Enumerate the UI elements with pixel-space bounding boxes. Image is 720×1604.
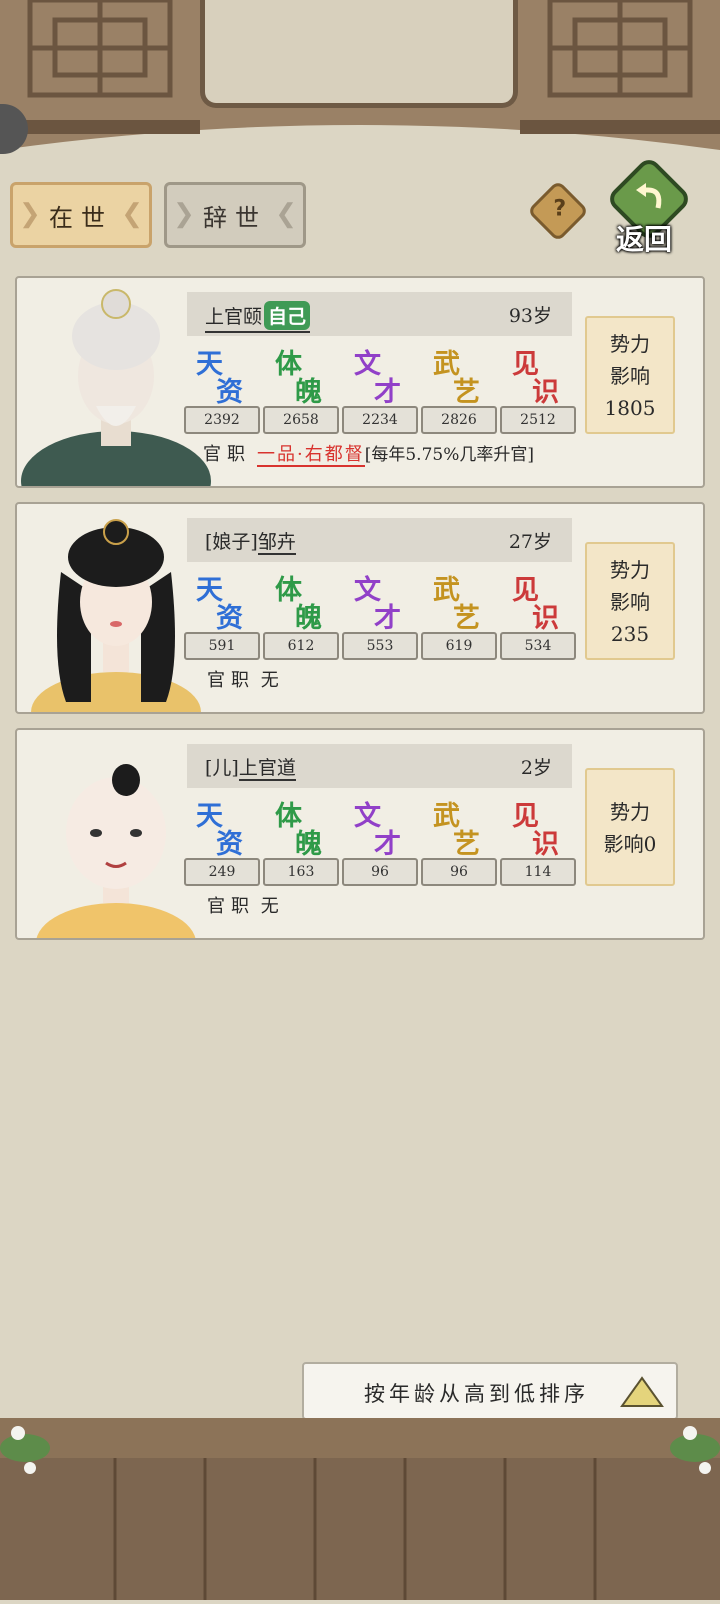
member-card[interactable]: [儿]上官道 2岁 天资 249 体魄 163 文才 96 武艺 96 见识 1… [15, 728, 705, 940]
question-icon: ? [553, 196, 567, 222]
member-name: [儿]上官道 [205, 757, 296, 781]
stat-value: 96 [342, 858, 418, 886]
stat-wuyi: 武艺 619 [421, 568, 497, 660]
tab-deceased-label: 辞世 [203, 203, 267, 232]
stat-value: 2392 [184, 406, 260, 434]
relation-prefix: [娘子] [205, 531, 258, 553]
stat-tipo: 体魄 2658 [263, 342, 339, 434]
chevron-left-icon: ❯ [19, 199, 41, 229]
influence-box: 势力 影响 1805 [585, 316, 675, 434]
stat-value: 2658 [263, 406, 339, 434]
chevron-right-icon: ❮ [275, 199, 297, 229]
stat-tianzi: 天资 2392 [184, 342, 260, 434]
stats-row: 天资 249 体魄 163 文才 96 武艺 96 见识 114 [184, 794, 579, 886]
stat-wuyi: 武艺 2826 [421, 342, 497, 434]
promotion-note: [每年5.75%几率升官] [364, 445, 535, 465]
office-label: 官职 [203, 444, 251, 465]
office-line: 官职 无 [207, 666, 279, 692]
stat-tipo: 体魄 612 [263, 568, 339, 660]
footer-wood [0, 1418, 720, 1600]
stat-wencai: 文才 96 [342, 794, 418, 886]
name-bar: [儿]上官道 2岁 [187, 744, 572, 788]
wood-panel [0, 1418, 720, 1600]
office-line: 官职 无 [207, 892, 279, 918]
stat-tipo: 体魄 163 [263, 794, 339, 886]
stat-value: 249 [184, 858, 260, 886]
member-age: 27岁 [508, 531, 552, 553]
stat-wencai: 文才 2234 [342, 342, 418, 434]
member-card[interactable]: [娘子]邹卉 27岁 天资 591 体魄 612 文才 553 武艺 619 见… [15, 502, 705, 714]
stat-value: 2512 [500, 406, 576, 434]
member-name: 上官颐 自己 [205, 301, 311, 333]
stat-value: 163 [263, 858, 339, 886]
name-bar: 上官颐 自己 93岁 [187, 292, 572, 336]
name-bar: [娘子]邹卉 27岁 [187, 518, 572, 562]
stat-jianshi: 见识 2512 [500, 342, 576, 434]
office-value: 无 [260, 670, 279, 691]
member-name: [娘子]邹卉 [205, 531, 296, 555]
office-title: 一品·右都督 [257, 444, 365, 467]
flower-decoration [670, 1426, 720, 1474]
office-line: 官职 一品·右都督[每年5.75%几率升官] [203, 440, 535, 467]
header-lattice [0, 0, 720, 175]
help-button[interactable]: ? [526, 179, 590, 243]
stat-value: 612 [263, 632, 339, 660]
portrait-elder [21, 289, 211, 486]
tab-alive-label: 在世 [49, 203, 113, 232]
self-badge: 自己 [264, 301, 311, 330]
stat-value: 114 [500, 858, 576, 886]
relation-prefix: [儿] [205, 757, 239, 779]
flower-decoration [0, 1426, 50, 1474]
influence-box: 势力 影响 235 [585, 542, 675, 660]
portrait-wife [31, 519, 201, 712]
chevron-right-icon: ❮ [121, 199, 143, 229]
chevron-left-icon: ❯ [173, 199, 195, 229]
stat-value: 96 [421, 858, 497, 886]
stat-value: 553 [342, 632, 418, 660]
influence-box: 势力 影响0 [585, 768, 675, 886]
stat-jianshi: 见识 534 [500, 568, 576, 660]
sort-age-button[interactable]: 按年龄从高到低排序 [302, 1362, 678, 1420]
office-label: 官职 [207, 896, 255, 917]
stats-row: 天资 2392 体魄 2658 文才 2234 武艺 2826 见识 2512 [184, 342, 579, 434]
stat-jianshi: 见识 114 [500, 794, 576, 886]
stat-value: 2826 [421, 406, 497, 434]
stat-tianzi: 天资 591 [184, 568, 260, 660]
member-age: 2岁 [520, 757, 552, 779]
return-arrow-glyph [636, 183, 662, 209]
back-button[interactable]: 返回 [604, 155, 704, 258]
tab-deceased[interactable]: ❯ 辞世 ❮ [164, 182, 306, 248]
stats-row: 天资 591 体魄 612 文才 553 武艺 619 见识 534 [184, 568, 579, 660]
member-age: 93岁 [508, 305, 552, 327]
stat-wuyi: 武艺 96 [421, 794, 497, 886]
sort-label: 按年龄从高到低排序 [364, 1382, 589, 1406]
ink-painting [200, 0, 518, 108]
stat-value: 534 [500, 632, 576, 660]
office-value: 无 [260, 896, 279, 917]
portrait-child [36, 764, 196, 938]
office-label: 官职 [207, 670, 255, 691]
stat-tianzi: 天资 249 [184, 794, 260, 886]
stat-value: 619 [421, 632, 497, 660]
stat-value: 2234 [342, 406, 418, 434]
stat-wencai: 文才 553 [342, 568, 418, 660]
tab-alive[interactable]: ❯ 在世 ❮ [10, 182, 152, 248]
member-card[interactable]: 上官颐 自己 93岁 天资 2392 体魄 2658 文才 2234 武艺 282… [15, 276, 705, 488]
back-label: 返回 [616, 223, 673, 256]
stat-value: 591 [184, 632, 260, 660]
